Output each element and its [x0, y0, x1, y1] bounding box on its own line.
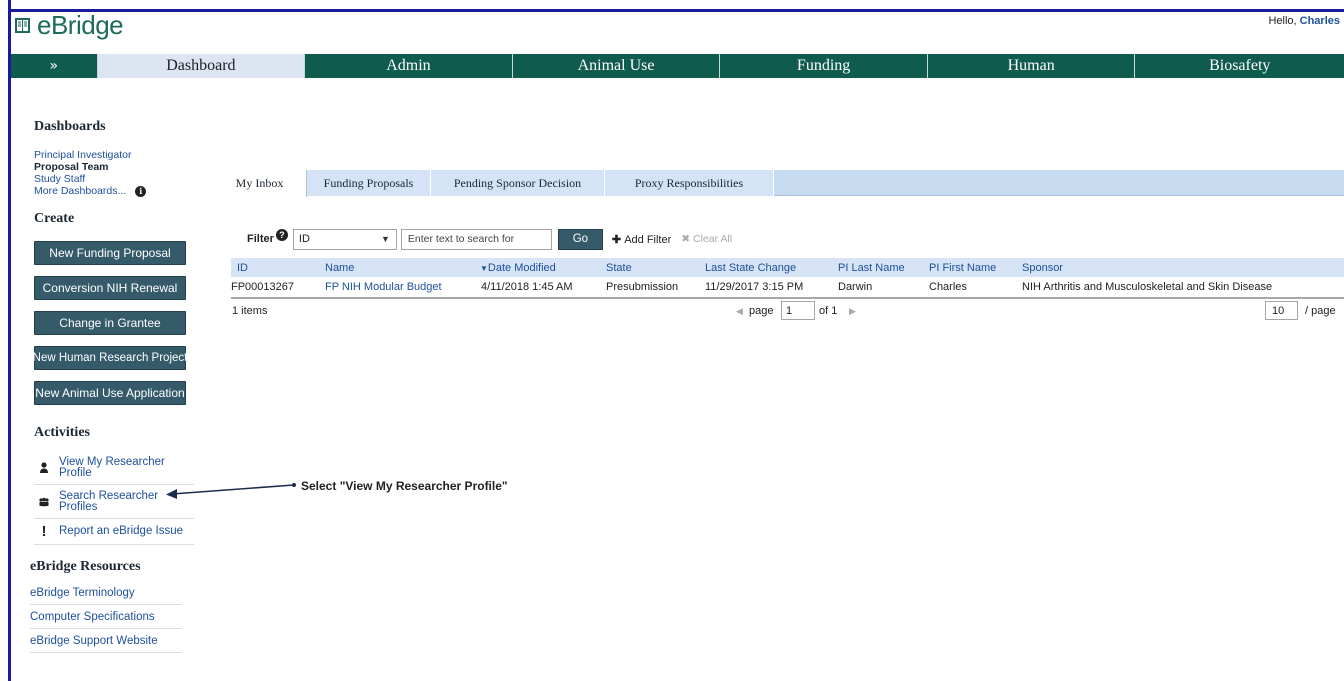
exclamation-icon: !	[41, 523, 47, 540]
dashboard-link-study-staff[interactable]: Study Staff	[34, 173, 194, 185]
user-name-link[interactable]: Charles	[1300, 15, 1340, 27]
table-header: ID Name ▼Date Modified State Last State …	[231, 258, 1344, 277]
add-filter-link[interactable]: ✚ Add Filter	[612, 233, 671, 246]
dashboard-link-principal-investigator[interactable]: Principal Investigator	[34, 149, 194, 161]
clear-all-label: Clear All	[692, 233, 733, 245]
cell-name-link[interactable]: FP NIH Modular Budget	[325, 281, 442, 293]
window-frame-left	[8, 0, 11, 681]
people-icon	[34, 497, 54, 507]
clear-all-link[interactable]: ✖ Clear All	[681, 233, 732, 245]
main-nav: » Dashboard Admin Animal Use Funding Hum…	[11, 54, 1344, 78]
page-of-label: of 1	[819, 305, 838, 317]
create-heading: Create	[34, 211, 75, 226]
more-dashboards-row: More Dashboards... i	[34, 185, 194, 197]
filter-search-input[interactable]	[400, 228, 552, 250]
annotation-arrow	[166, 483, 296, 499]
window-frame-top	[8, 9, 1344, 12]
change-in-grantee-button[interactable]: Change in Grantee	[34, 311, 186, 335]
dashboard-links: Principal Investigator Proposal Team Stu…	[34, 149, 194, 197]
per-page-label: / page	[1305, 305, 1336, 317]
cell-date-modified: 4/11/2018 1:45 AM	[481, 281, 573, 293]
person-icon	[34, 461, 54, 474]
nav-tab-admin[interactable]: Admin	[305, 54, 513, 78]
new-funding-proposal-button[interactable]: New Funding Proposal	[34, 241, 186, 265]
book-icon	[15, 17, 30, 33]
column-header-last-state-change[interactable]: Last State Change	[705, 262, 796, 274]
activity-report-ebridge-issue[interactable]: ! Report an eBridge Issue	[34, 519, 194, 545]
filter-label: Filter	[247, 233, 274, 245]
add-filter-label: Add Filter	[624, 233, 672, 246]
column-header-pi-last-name[interactable]: PI Last Name	[838, 262, 905, 274]
cell-state: Presubmission	[606, 281, 679, 293]
column-header-pi-first-name[interactable]: PI First Name	[929, 262, 996, 274]
next-page-icon[interactable]: ▶	[849, 306, 856, 317]
cell-pi-last-name: Darwin	[838, 281, 873, 293]
resources-heading: eBridge Resources	[30, 559, 141, 574]
activity-label[interactable]: Search Researcher Profiles	[59, 490, 159, 513]
conversion-nih-renewal-button[interactable]: Conversion NIH Renewal	[34, 276, 186, 300]
per-page-input[interactable]: 10	[1265, 301, 1298, 320]
nav-tab-funding[interactable]: Funding	[720, 54, 928, 78]
previous-page-icon[interactable]: ◀	[736, 306, 743, 317]
app-logo[interactable]: eBridge	[14, 9, 124, 41]
more-dashboards-link[interactable]: More Dashboards...	[34, 185, 126, 197]
dashboards-heading: Dashboards	[34, 119, 106, 134]
cell-sponsor: NIH Arthritis and Musculoskeletal and Sk…	[1022, 281, 1273, 293]
column-header-date-modified[interactable]: ▼Date Modified	[480, 262, 556, 274]
x-icon: ✖	[681, 233, 693, 245]
table-row: FP00013267 FP NIH Modular Budget 4/11/20…	[231, 277, 1344, 299]
activity-label[interactable]: View My Researcher Profile	[59, 456, 169, 479]
sort-desc-icon: ▼	[480, 263, 488, 273]
column-header-name[interactable]: Name	[325, 262, 354, 274]
cell-id: FP00013267	[231, 281, 294, 293]
nav-tab-animal-use[interactable]: Animal Use	[513, 54, 721, 78]
go-button[interactable]: Go	[557, 228, 603, 250]
filter-field-select[interactable]: ID ▼	[292, 228, 397, 250]
resource-ebridge-support-website[interactable]: eBridge Support Website	[30, 629, 182, 653]
activities-heading: Activities	[34, 425, 90, 440]
filter-bar: Filter ? ID ▼ Go ✚ Add Filter ✖ Clear Al…	[247, 228, 732, 250]
resource-ebridge-terminology[interactable]: eBridge Terminology	[30, 581, 182, 605]
page-number-input[interactable]: 1	[781, 301, 815, 320]
chevron-down-icon: ▼	[380, 234, 390, 244]
resource-computer-specifications[interactable]: Computer Specifications	[30, 605, 182, 629]
column-header-state[interactable]: State	[606, 262, 632, 274]
dashboard-link-proposal-team[interactable]: Proposal Team	[34, 161, 194, 173]
greeting-text: Hello,	[1268, 15, 1300, 27]
nav-tab-biosafety[interactable]: Biosafety	[1135, 54, 1344, 78]
table-footer: 1 items ◀ page 1 of 1 ▶ 10 / page	[231, 299, 1344, 323]
nav-tab-human[interactable]: Human	[928, 54, 1136, 78]
filter-field-value: ID	[298, 233, 310, 245]
inbox-tab-strip: My Inbox Funding Proposals Pending Spons…	[213, 170, 1344, 197]
resources-list: eBridge Terminology Computer Specificati…	[30, 581, 194, 653]
page-label: page	[749, 305, 774, 317]
column-header-label: Date Modified	[487, 261, 556, 274]
new-human-research-project-button[interactable]: New Human Research Project	[33, 346, 187, 370]
nav-tab-dashboard[interactable]: Dashboard	[97, 54, 306, 78]
tab-proxy-responsibilities[interactable]: Proxy Responsibilities	[605, 170, 774, 196]
info-icon[interactable]: i	[135, 185, 147, 197]
annotation-text: Select "View My Researcher Profile"	[301, 479, 508, 493]
expand-nav-button[interactable]: »	[11, 54, 98, 78]
plus-icon: ✚	[611, 233, 625, 246]
column-header-sponsor[interactable]: Sponsor	[1022, 262, 1063, 274]
create-buttons: New Funding Proposal Conversion NIH Rene…	[33, 241, 194, 405]
new-animal-use-application-button[interactable]: New Animal Use Application	[34, 381, 186, 405]
activity-label[interactable]: Report an eBridge Issue	[59, 525, 183, 537]
tab-my-inbox[interactable]: My Inbox	[213, 170, 307, 197]
column-header-id[interactable]: ID	[237, 262, 248, 274]
tab-funding-proposals[interactable]: Funding Proposals	[307, 170, 431, 196]
tab-pending-sponsor-decision[interactable]: Pending Sponsor Decision	[431, 170, 605, 196]
item-count: 1 items	[232, 305, 268, 317]
sidebar: Dashboards Principal Investigator Propos…	[30, 110, 194, 653]
user-greeting: Hello, Charles	[1268, 15, 1340, 27]
cell-pi-first-name: Charles	[929, 281, 967, 293]
inbox-table: ID Name ▼Date Modified State Last State …	[231, 258, 1344, 323]
help-icon[interactable]: ?	[275, 229, 288, 241]
cell-last-state-change: 11/29/2017 3:15 PM	[705, 281, 804, 293]
app-name: eBridge	[37, 9, 124, 40]
